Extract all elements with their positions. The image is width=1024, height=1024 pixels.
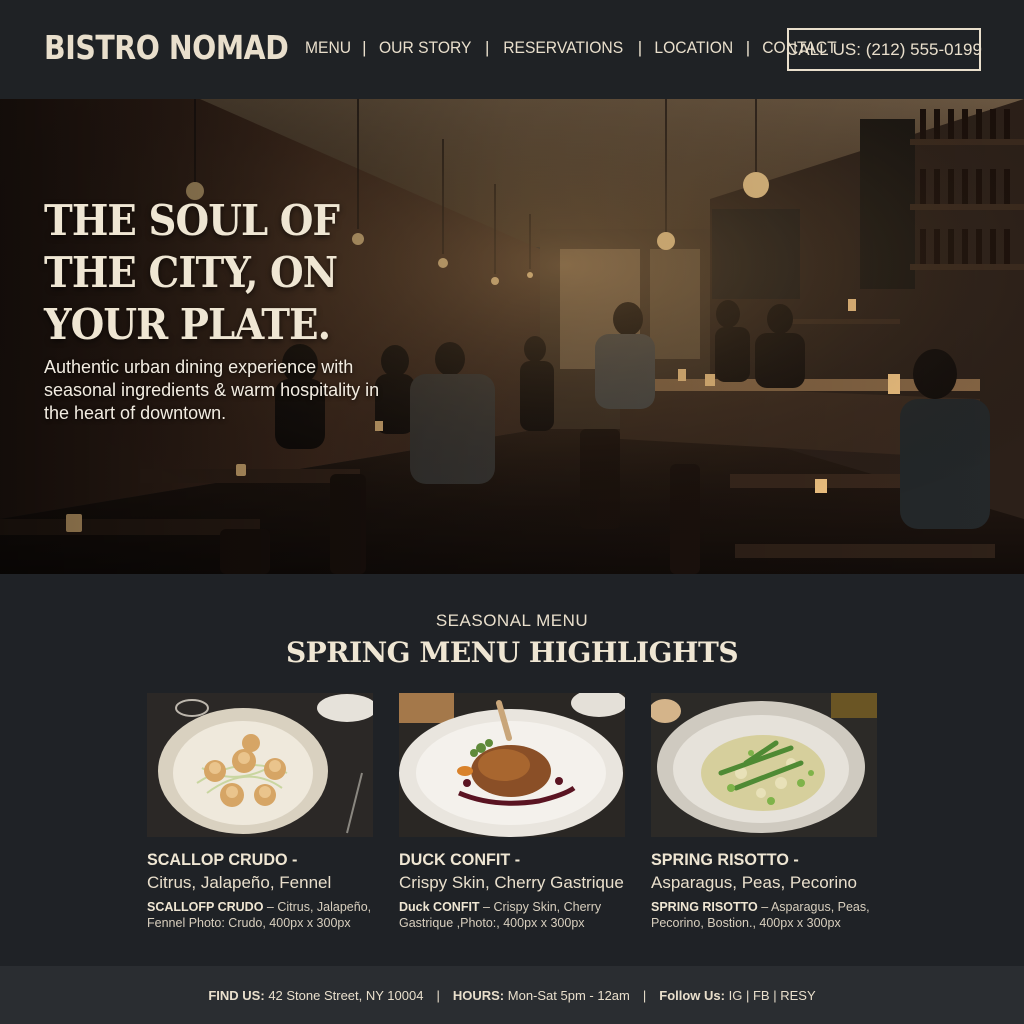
card-photo-caption: SPRING RISOTTO – Asparagus, Peas, Pecori… (651, 899, 877, 931)
nav-separator: | (745, 38, 751, 57)
footer-find-label: FIND US: (208, 987, 265, 1003)
nav-menu[interactable]: MENU (305, 38, 351, 58)
section-title: SPRING MENU HIGHLIGHTS (285, 636, 739, 669)
nav-location[interactable]: LOCATION (655, 38, 734, 58)
site-header: BISTRO NOMAD MENU | OUR STORY | RESERVAT… (0, 0, 1024, 99)
card-dish-description: Asparagus, Peas, Pecorino (651, 873, 858, 892)
social-link-fb[interactable]: FB (753, 988, 770, 1003)
caption-dish-name: Duck CONFIT (399, 900, 480, 914)
nav-separator: | (637, 38, 643, 57)
footer-follow-label: Follow Us: (659, 987, 725, 1003)
main-nav: MENU | OUR STORY | RESERVATIONS | LOCATI… (303, 38, 840, 58)
duck-confit-photo (399, 693, 625, 837)
footer-separator: | (436, 987, 440, 1003)
card-photo-caption: Duck CONFIT – Crispy Skin, Cherry Gastri… (399, 899, 625, 931)
card-dish-name: DUCK CONFIT - (399, 850, 521, 869)
nav-reservations[interactable]: RESERVATIONS (504, 38, 624, 58)
card-dish-name: SCALLOP CRUDO - (147, 850, 298, 869)
card-dish-name: SPRING RISOTTO - (651, 850, 799, 869)
social-link-ig[interactable]: IG (729, 988, 743, 1003)
card-dish-description: Citrus, Jalapeño, Fennel (147, 873, 332, 892)
menu-card-duck-confit[interactable]: DUCK CONFIT - Crispy Skin, Cherry Gastri… (399, 693, 625, 931)
footer-hours: Mon-Sat 5pm - 12am (507, 987, 630, 1003)
menu-highlights-section: SEASONAL MENU SPRING MENU HIGHLIGHTS SCA… (0, 574, 1024, 966)
hero-section: THE SOUL OF THE CITY, ON YOUR PLATE. Aut… (0, 99, 1024, 574)
menu-card-scallop-crudo[interactable]: SCALLOP CRUDO - Citrus, Jalapeño, Fennel… (147, 693, 373, 931)
nav-separator: | (484, 38, 490, 57)
menu-card-spring-risotto[interactable]: SPRING RISOTTO - Asparagus, Peas, Pecori… (651, 693, 877, 931)
social-separator: | (745, 987, 750, 1003)
scallop-crudo-photo (147, 693, 373, 837)
caption-dish-name: SCALLOFP CRUDO (147, 900, 264, 914)
social-separator: | (773, 987, 777, 1003)
card-dish-description: Crispy Skin, Cherry Gastrique (399, 873, 624, 892)
social-link-resy[interactable]: RESY (780, 988, 815, 1003)
hero-title: THE SOUL OF THE CITY, ON YOUR PLATE. (44, 196, 340, 349)
call-us-button[interactable]: CALL US: (212) 555-0199 (786, 28, 982, 71)
spring-risotto-photo (651, 693, 877, 837)
card-photo-caption: SCALLOFP CRUDO – Citrus, Jalapeño, Fenne… (147, 899, 373, 931)
nav-our-story[interactable]: OUR STORY (380, 38, 472, 58)
footer-address[interactable]: 42 Stone Street, NY 10004 (268, 988, 423, 1003)
site-footer: FIND US: 42 Stone Street, NY 10004 | HOU… (0, 966, 1024, 1024)
site-logo[interactable]: BISTRO NOMAD (44, 28, 289, 67)
hero-subtitle: Authentic urban dining experience with s… (44, 357, 380, 423)
caption-dish-name: SPRING RISOTTO (651, 900, 758, 914)
section-eyebrow: SEASONAL MENU (435, 611, 589, 630)
footer-separator: | (642, 987, 647, 1003)
footer-hours-label: HOURS: (452, 987, 505, 1003)
nav-separator: | (362, 38, 367, 57)
